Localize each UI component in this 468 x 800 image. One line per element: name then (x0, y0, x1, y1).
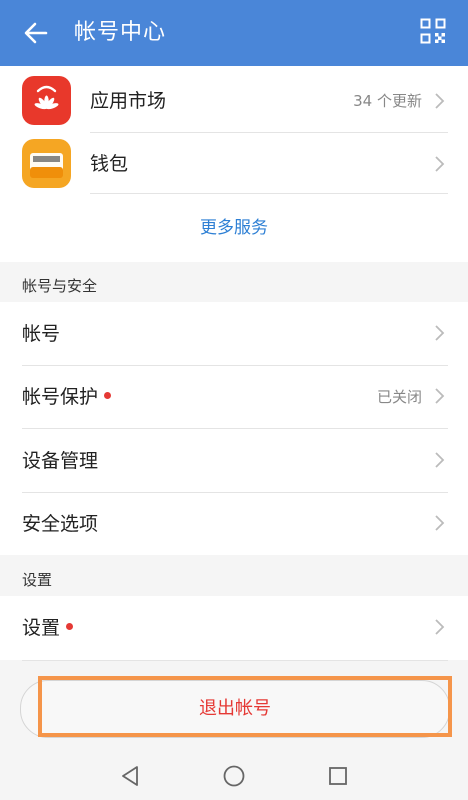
security-list: 帐号 帐号保护 已关闭 设备管理 安全选项 (0, 302, 468, 555)
home-circle-icon[interactable] (222, 764, 246, 788)
list-item-account[interactable]: 帐号 (0, 302, 468, 365)
list-item-label: 设置 (22, 617, 61, 639)
more-services-link[interactable]: 更多服务 (0, 216, 468, 240)
highlight-box (38, 676, 452, 737)
back-arrow-icon[interactable] (20, 17, 52, 49)
section-header-settings: 设置 (22, 571, 53, 589)
services-panel: 应用市场 34 个更新 钱包 更多服务 (0, 66, 468, 262)
list-item-label-wrap: 设置 (22, 616, 74, 640)
service-row-wallet[interactable]: 钱包 (0, 133, 468, 195)
qr-code-icon[interactable] (420, 18, 446, 44)
divider (90, 193, 448, 194)
list-item-label: 帐号 (22, 323, 61, 345)
update-count-text: 34 个更新 (353, 92, 422, 110)
page-title: 帐号中心 (74, 20, 167, 45)
service-label: 应用市场 (90, 90, 167, 112)
chevron-right-icon (435, 619, 445, 635)
chevron-right-icon (435, 452, 445, 468)
service-row-appgallery[interactable]: 应用市场 34 个更新 (0, 70, 468, 132)
list-item-label: 安全选项 (22, 513, 99, 535)
status-text: 已关闭 (376, 388, 422, 406)
list-item-label: 帐号保护 (22, 386, 99, 408)
settings-list: 设置 (0, 596, 468, 660)
list-item-label-wrap: 帐号保护 (22, 385, 112, 409)
list-item-device-management[interactable]: 设备管理 (0, 429, 468, 492)
wallet-icon (22, 139, 71, 188)
huawei-appgallery-icon (22, 76, 71, 125)
list-item-account-protection[interactable]: 帐号保护 已关闭 (0, 365, 468, 428)
list-item-settings[interactable]: 设置 (0, 596, 468, 659)
back-triangle-icon[interactable] (118, 764, 142, 788)
chevron-right-icon (435, 93, 445, 109)
list-item-security-options[interactable]: 安全选项 (0, 492, 468, 555)
recents-square-icon[interactable] (326, 764, 350, 788)
chevron-right-icon (435, 388, 445, 404)
system-nav-bar (0, 752, 468, 800)
service-label: 钱包 (90, 153, 129, 175)
notification-dot (66, 623, 74, 630)
chevron-right-icon (435, 325, 445, 341)
list-item-label: 设备管理 (22, 450, 99, 472)
app-header: 帐号中心 (0, 0, 468, 66)
chevron-right-icon (435, 156, 445, 172)
chevron-right-icon (435, 515, 445, 531)
section-header-security: 帐号与安全 (22, 277, 98, 295)
notification-dot (104, 392, 112, 399)
divider (22, 660, 448, 661)
